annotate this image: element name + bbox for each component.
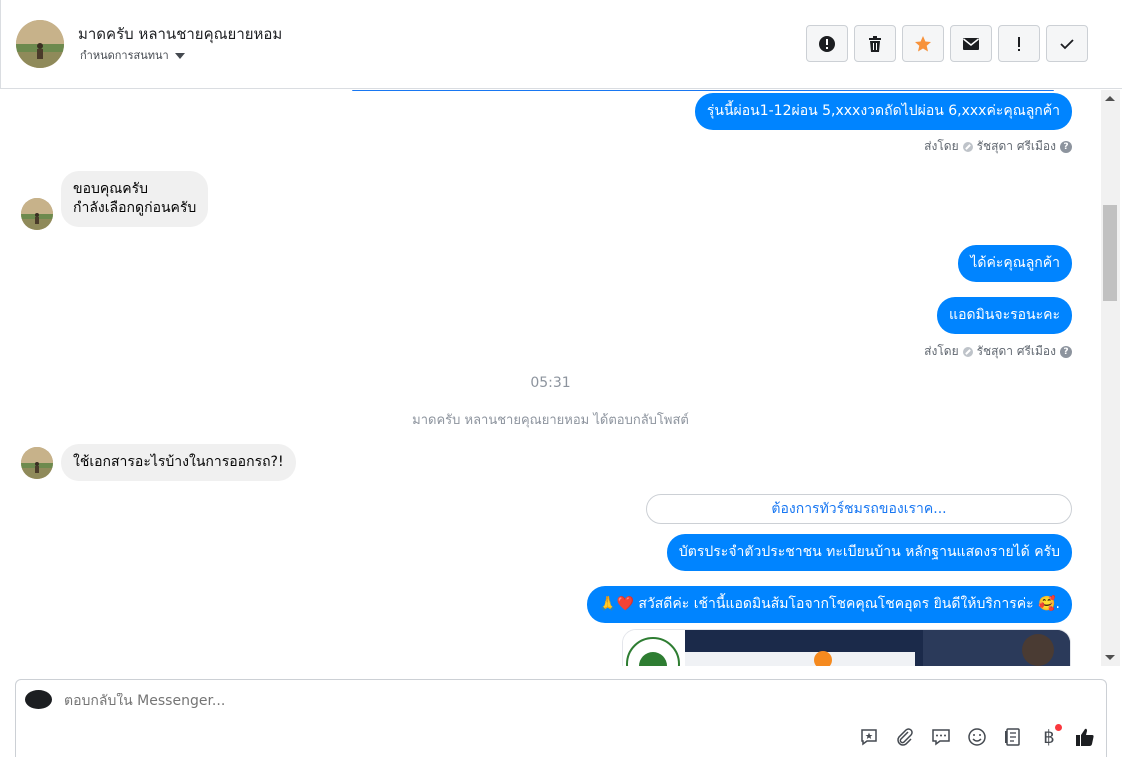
saved-reply-icon [861, 729, 877, 746]
sent-by-name[interactable]: รัชสุดา ศรีเมือง [977, 137, 1056, 156]
envelope-icon [963, 37, 979, 50]
verified-icon [962, 346, 973, 357]
notification-dot [1055, 724, 1062, 731]
thread-scrollbar[interactable] [1101, 90, 1120, 666]
emoji-icon [968, 728, 986, 746]
message-bubble-incoming[interactable]: ใช้เอกสารอะไรบ้างในการออกรถ?! [61, 444, 296, 481]
trash-icon [869, 35, 881, 52]
attach-file-button[interactable] [894, 726, 916, 748]
promo-image-attachment[interactable] [622, 629, 1071, 666]
message-line: ขอบคุณครับ [73, 181, 148, 197]
checkmark-icon [1060, 38, 1074, 49]
message-thread[interactable]: รุ่นนี้ผ่อน1-12ผ่อน 5,xxxงวดถัดไปผ่อน 6,… [0, 90, 1101, 666]
mark-done-button[interactable] [1046, 25, 1088, 62]
message-composer: ฿ [15, 679, 1107, 757]
contact-name[interactable]: มาดครับ หลานชายคุณยายหอม [78, 22, 282, 46]
mark-unread-button[interactable] [950, 25, 992, 62]
scroll-up-arrow-icon[interactable] [1105, 96, 1115, 101]
scroll-down-arrow-icon[interactable] [1105, 655, 1115, 660]
quick-reply-button[interactable]: ต้องการทัวร์ชมรถของเราค... [646, 494, 1072, 524]
sent-by-label: ส่งโดย รัชสุดา ศรีเมือง ? [924, 137, 1072, 156]
payment-button[interactable]: ฿ [1038, 724, 1062, 748]
previous-message-edge [352, 90, 1054, 91]
header-actions [806, 25, 1088, 62]
star-button[interactable] [902, 25, 944, 62]
sent-by-name[interactable]: รัชสุดา ศรีเมือง [977, 342, 1056, 361]
document-button[interactable] [1002, 726, 1024, 748]
conversation-settings-dropdown[interactable]: กำหนดการสนทนา [80, 46, 185, 64]
message-timestamp: 05:31 [530, 375, 571, 391]
help-icon[interactable]: ? [1060, 140, 1072, 153]
message-line: กำลังเลือกดูก่อนครับ [73, 200, 197, 216]
conversation-header: มาดครับ หลานชายคุณยายหอม กำหนดการสนทนา [0, 0, 1122, 89]
page-avatar [25, 690, 52, 709]
contact-avatar[interactable] [16, 20, 64, 68]
follow-up-button[interactable] [998, 25, 1040, 62]
conversation-settings-label: กำหนดการสนทนา [80, 49, 169, 62]
attachment-icon [897, 728, 913, 746]
caret-down-icon [174, 53, 185, 59]
delete-button[interactable] [854, 25, 896, 62]
verified-icon [962, 141, 973, 152]
scrollbar-thumb[interactable] [1103, 205, 1117, 301]
chat-bubble-icon [932, 729, 950, 746]
help-icon[interactable]: ? [1060, 345, 1072, 358]
message-bubble-outgoing[interactable]: บัตรประจำตัวประชาชน ทะเบียนบ้าน หลักฐานแ… [666, 534, 1072, 571]
message-bubble-outgoing[interactable]: แอดมินจะรอนะคะ [937, 297, 1072, 334]
sent-by-prefix: ส่งโดย [924, 139, 959, 153]
thumbs-up-icon [1076, 728, 1094, 746]
like-button[interactable] [1074, 726, 1096, 748]
document-icon [1005, 728, 1020, 746]
composer-toolbar: ฿ [858, 724, 1096, 748]
emoji-button[interactable] [966, 726, 988, 748]
message-bubble-outgoing[interactable]: รุ่นนี้ผ่อน1-12ผ่อน 5,xxxงวดถัดไปผ่อน 6,… [694, 93, 1072, 130]
message-bubble-outgoing[interactable]: ได้ค่ะคุณลูกค้า [958, 245, 1072, 282]
reply-input[interactable] [64, 693, 664, 709]
saved-replies-button[interactable] [858, 726, 880, 748]
sent-by-label: ส่งโดย รัชสุดา ศรีเมือง ? [924, 342, 1072, 361]
message-bubble-outgoing[interactable]: 🙏❤️ สวัสดีค่ะ เช้านี้แอดมินส้มโอจากโชคคุ… [587, 586, 1072, 623]
contact-avatar-small[interactable] [21, 447, 53, 479]
mark-spam-button[interactable] [806, 25, 848, 62]
promo-banner-image [623, 630, 1070, 666]
exclamation-icon [1018, 36, 1020, 51]
post-reply-notice: มาดครับ หลานชายคุณยายหอม ได้ตอบกลับโพสต์ [412, 413, 689, 428]
star-icon [915, 35, 931, 51]
sent-by-prefix: ส่งโดย [924, 344, 959, 358]
message-bubble-incoming[interactable]: ขอบคุณครับ กำลังเลือกดูก่อนครับ [61, 171, 209, 227]
contact-avatar-small[interactable] [21, 198, 53, 230]
baht-icon: ฿ [1043, 726, 1055, 748]
chat-button[interactable] [930, 726, 952, 748]
alert-circle-icon [819, 35, 835, 52]
